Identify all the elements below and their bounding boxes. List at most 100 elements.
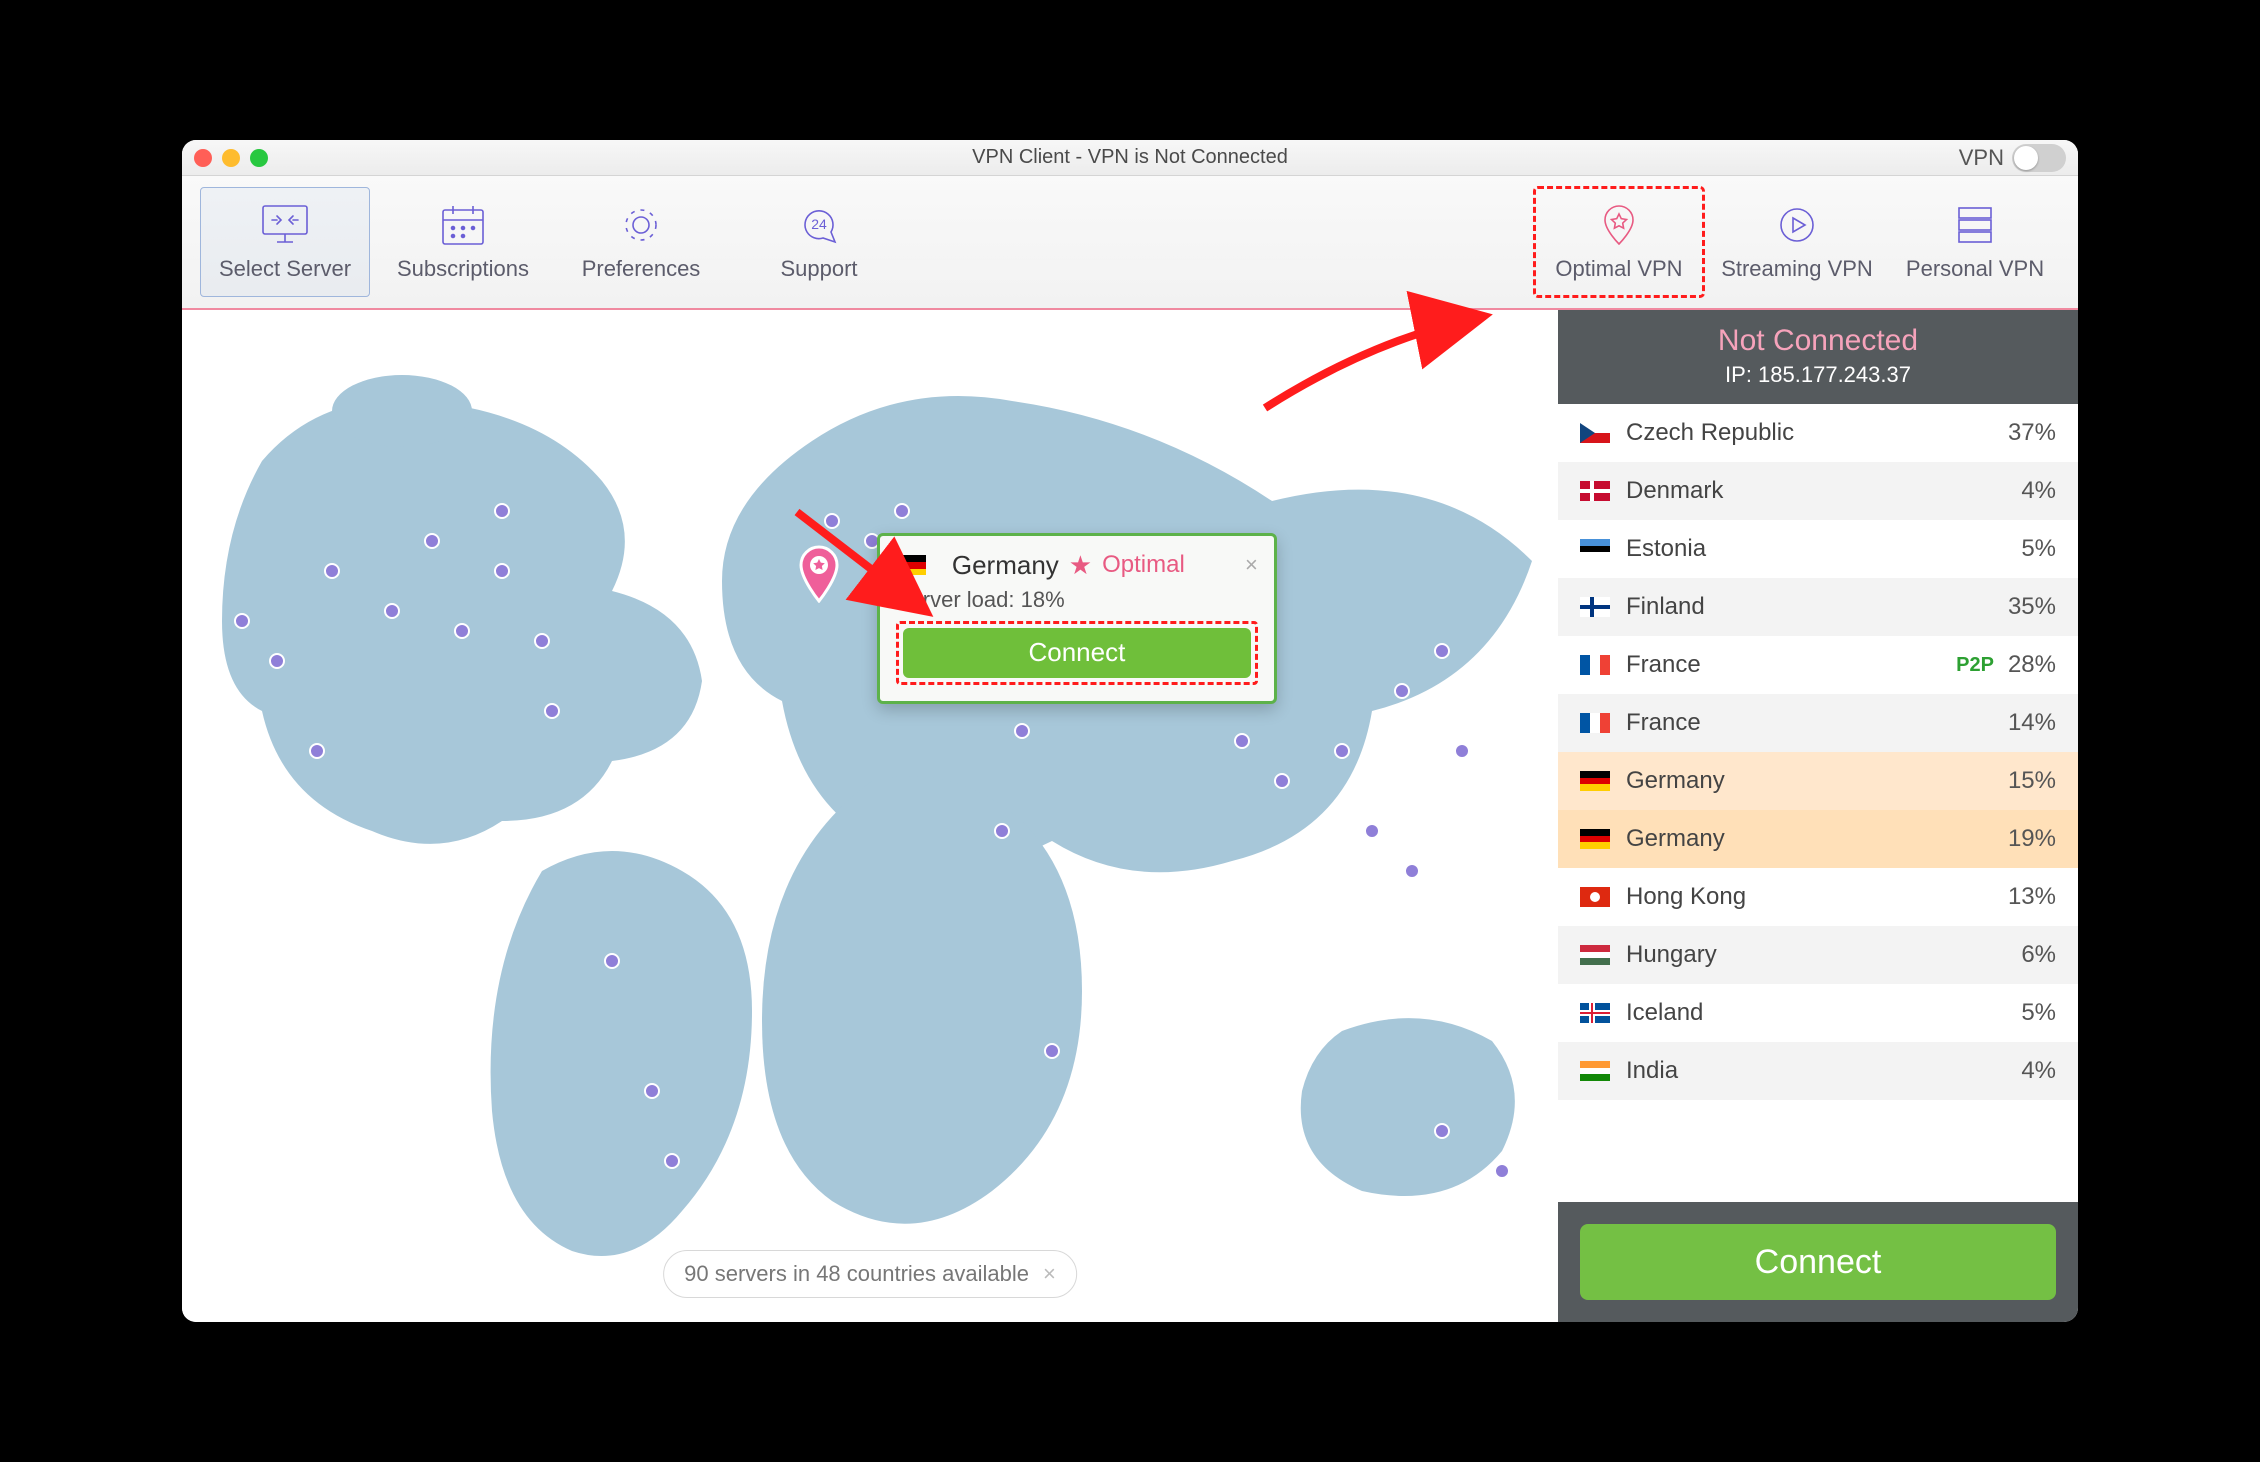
server-row[interactable]: India4% [1558,1042,2078,1100]
server-load-label: Server load: [896,587,1015,612]
svg-text:24: 24 [811,216,827,232]
optimal-vpn-button[interactable]: Optimal VPN [1534,187,1704,297]
popup-connect-button[interactable]: Connect [903,628,1251,678]
server-load: 13% [2008,883,2056,911]
flag-icon [1580,829,1610,849]
flag-icon [1580,655,1610,675]
toolbar-label: Streaming VPN [1721,256,1873,282]
world-map[interactable]: Germany ★ Optimal × Server load: 18% Con… [182,310,1558,1322]
server-row[interactable]: Denmark4% [1558,462,2078,520]
server-name: Hungary [1626,941,2021,969]
star-icon: ★ [1069,550,1092,581]
streaming-vpn-button[interactable]: Streaming VPN [1712,187,1882,297]
flag-icon [1580,423,1610,443]
server-row[interactable]: Finland35% [1558,578,2078,636]
titlebar: VPN Client - VPN is Not Connected VPN [182,140,2078,176]
toolbar-label: Personal VPN [1906,256,2044,282]
toolbar-label: Preferences [582,256,701,282]
window-title: VPN Client - VPN is Not Connected [182,146,2078,169]
preferences-button[interactable]: Preferences [556,187,726,297]
server-row[interactable]: Germany15% [1558,752,2078,810]
support-button[interactable]: 24 Support [734,187,904,297]
main-content: Germany ★ Optimal × Server load: 18% Con… [182,310,2078,1322]
server-row[interactable]: Hungary6% [1558,926,2078,984]
server-name: Czech Republic [1626,419,2008,447]
flag-icon [1580,539,1610,559]
p2p-badge: P2P [1956,654,1994,677]
server-name: Finland [1626,593,2008,621]
sidebar-header: Not Connected IP: 185.177.243.37 [1558,310,2078,404]
server-load-value: 18% [1021,587,1065,612]
minimize-window-icon[interactable] [222,149,240,167]
server-load: 37% [2008,419,2056,447]
ip-address: IP: 185.177.243.37 [1558,362,2078,388]
play-circle-icon [1769,202,1825,248]
flag-icon [896,555,926,575]
flag-icon [1580,481,1610,501]
app-window: VPN Client - VPN is Not Connected VPN Se… [182,140,2078,1322]
server-rack-icon [1947,202,2003,248]
flag-icon [1580,1061,1610,1081]
toolbar-label: Subscriptions [397,256,529,282]
selected-location-pin[interactable] [796,545,842,603]
vpn-toggle-label: VPN [1959,145,2004,171]
toolbar-label: Select Server [219,256,351,282]
server-load: 4% [2021,1057,2056,1085]
select-server-button[interactable]: Select Server [200,187,370,297]
server-name: Hong Kong [1626,883,2008,911]
server-row[interactable]: France14% [1558,694,2078,752]
support-24-icon: 24 [791,202,847,248]
server-row[interactable]: Hong Kong13% [1558,868,2078,926]
server-sidebar: Not Connected IP: 185.177.243.37 Czech R… [1558,310,2078,1322]
connection-status: Not Connected [1558,324,2078,358]
popup-country: Germany [952,550,1059,581]
server-name: India [1626,1057,2021,1085]
server-count-text: 90 servers in 48 countries available [684,1261,1029,1287]
server-row[interactable]: Estonia5% [1558,520,2078,578]
server-name: France [1626,651,1956,679]
server-row[interactable]: Iceland5% [1558,984,2078,1042]
toolbar-label: Support [780,256,857,282]
popup-tag: Optimal [1102,551,1185,579]
vpn-toggle[interactable] [2012,144,2066,172]
server-list[interactable]: Czech Republic37%Denmark4%Estonia5%Finla… [1558,404,2078,1202]
calendar-icon [435,202,491,248]
server-load: 4% [2021,477,2056,505]
monitor-icon [257,202,313,248]
server-name: Estonia [1626,535,2021,563]
personal-vpn-button[interactable]: Personal VPN [1890,187,2060,297]
map-svg [182,310,1558,1322]
server-row[interactable]: FranceP2P 28% [1558,636,2078,694]
server-load: 28% [2008,651,2056,679]
flag-icon [1580,1003,1610,1023]
server-row[interactable]: Czech Republic37% [1558,404,2078,462]
server-count-pill: 90 servers in 48 countries available × [663,1250,1077,1298]
gear-icon [613,202,669,248]
server-name: France [1626,709,2008,737]
close-popup-icon[interactable]: × [1245,552,1258,578]
server-row[interactable]: Germany19% [1558,810,2078,868]
sidebar-connect-button[interactable]: Connect [1580,1224,2056,1300]
flag-icon [1580,771,1610,791]
subscriptions-button[interactable]: Subscriptions [378,187,548,297]
connect-highlight: Connect [896,621,1258,685]
flag-icon [1580,713,1610,733]
server-load: 19% [2008,825,2056,853]
flag-icon [1580,887,1610,907]
server-load: 35% [2008,593,2056,621]
flag-icon [1580,597,1610,617]
server-load: 6% [2021,941,2056,969]
sidebar-footer: Connect [1558,1202,2078,1322]
zoom-window-icon[interactable] [250,149,268,167]
traffic-lights [194,149,268,167]
close-pill-icon[interactable]: × [1043,1261,1056,1287]
server-name: Germany [1626,767,2008,795]
server-load: 14% [2008,709,2056,737]
server-popup: Germany ★ Optimal × Server load: 18% Con… [877,533,1277,704]
server-load: 5% [2021,999,2056,1027]
server-load: 5% [2021,535,2056,563]
flag-icon [1580,945,1610,965]
server-name: Denmark [1626,477,2021,505]
close-window-icon[interactable] [194,149,212,167]
optimal-pin-icon [1591,202,1647,248]
